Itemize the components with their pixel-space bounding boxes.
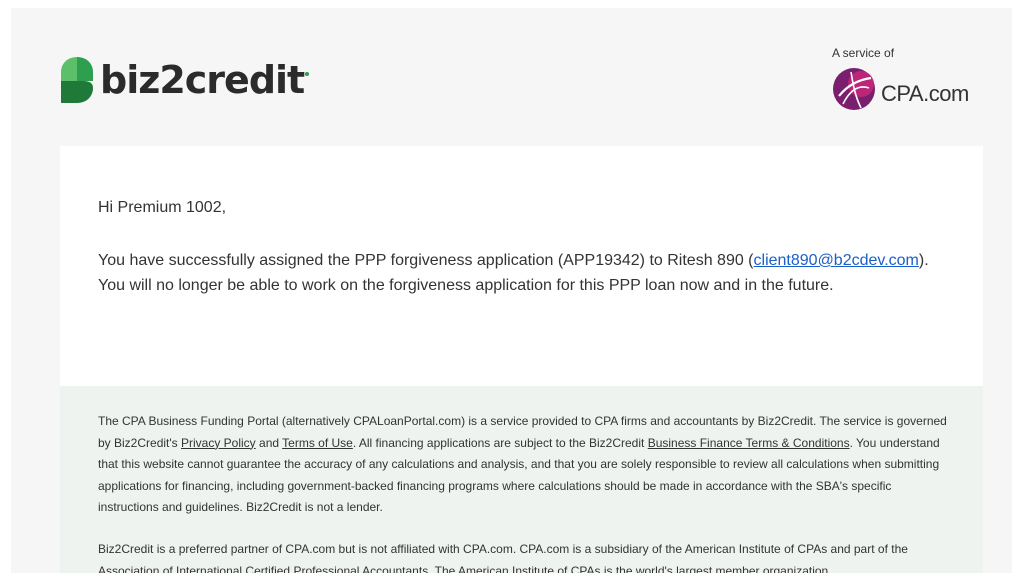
legal-disclaimer: The CPA Business Funding Portal (alterna…: [98, 411, 948, 519]
greeting-text: Hi Premium 1002,: [98, 199, 227, 216]
email-header: biz2credit A service of CPA.com: [11, 8, 1012, 146]
partner-caption: A service of: [832, 46, 895, 60]
email-frame: biz2credit A service of CPA.com Hi Premi…: [11, 8, 1012, 573]
cpa-com-globe-icon: [833, 68, 875, 110]
disclaimer-part2: . All financing applications are subject…: [352, 435, 648, 450]
message-card: Hi Premium 1002, You have successfully a…: [60, 146, 983, 386]
screenshot-canvas: biz2credit A service of CPA.com Hi Premi…: [0, 0, 1023, 573]
client-email-link[interactable]: client890@b2cdev.com: [754, 252, 919, 269]
biz2credit-dot: [305, 72, 310, 76]
terms-of-use-link[interactable]: Terms of Use: [282, 436, 353, 450]
email-footer: The CPA Business Funding Portal (alterna…: [60, 386, 983, 573]
partner-block: A service of CPA.com: [831, 46, 991, 116]
assignment-message-part1: You have successfully assigned the PPP f…: [98, 252, 754, 269]
cpa-com-wordmark: CPA.com: [881, 81, 969, 106]
cpa-com-logo: CPA.com: [831, 66, 969, 112]
biz2credit-leaf-icon: [61, 57, 93, 103]
biz2credit-wordmark: biz2credit: [100, 58, 305, 102]
privacy-policy-link[interactable]: Privacy Policy: [181, 436, 256, 450]
assignment-message: You have successfully assigned the PPP f…: [98, 248, 958, 298]
business-finance-terms-link[interactable]: Business Finance Terms & Conditions: [648, 436, 850, 450]
disclaimer-and: and: [255, 435, 283, 450]
partner-affiliation-note: Biz2Credit is a preferred partner of CPA…: [98, 542, 908, 573]
biz2credit-logo: biz2credit: [60, 55, 310, 105]
